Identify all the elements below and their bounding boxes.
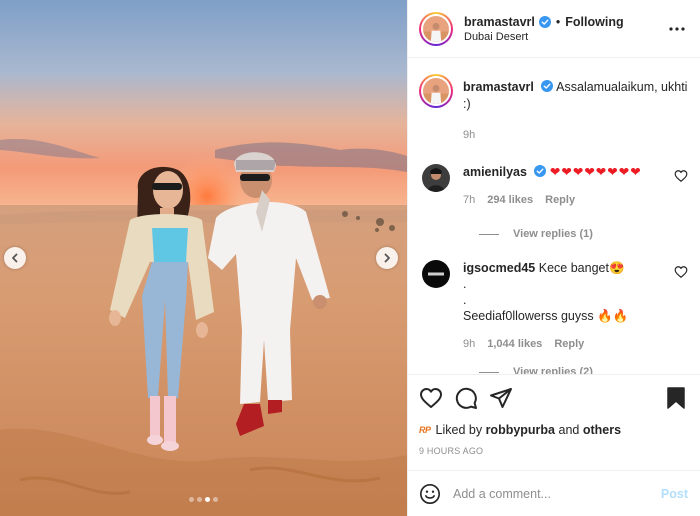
comment-input[interactable]	[453, 486, 661, 501]
add-comment-bar: Post	[408, 470, 700, 516]
carousel-dot	[189, 497, 194, 502]
reply-button[interactable]: Reply	[554, 336, 584, 352]
post-header: bramastavrl • Following Dubai Desert	[408, 0, 700, 58]
carousel-dot	[213, 497, 218, 502]
avatar	[423, 78, 449, 104]
comment-time[interactable]: 9h	[463, 336, 475, 352]
carousel-indicator	[0, 497, 407, 502]
post-comment-button[interactable]: Post	[661, 487, 688, 501]
desert-sunset-photo	[0, 0, 407, 516]
comment-time[interactable]: 7h	[463, 192, 475, 208]
comment-item: amienilyas ❤❤❤❤❤❤❤❤ 7h 294 likes Reply	[419, 164, 688, 208]
more-options-icon	[669, 26, 685, 31]
liked-by-user[interactable]: robbypurba	[486, 423, 555, 437]
chevron-left-icon	[12, 253, 18, 263]
caption-avatar-ring[interactable]	[419, 74, 453, 108]
reply-line	[479, 233, 499, 235]
view-replies-label: View replies (2)	[513, 366, 593, 374]
paper-plane-icon[interactable]	[489, 386, 513, 410]
next-slide-button[interactable]	[376, 247, 398, 269]
comment-like-heart-icon[interactable]	[674, 169, 688, 183]
bookmark-icon[interactable]	[664, 386, 688, 410]
comment-text: ❤❤❤❤❤❤❤❤	[549, 165, 642, 179]
verified-badge-icon	[541, 80, 554, 92]
carousel-dot	[197, 497, 202, 502]
more-options-button[interactable]	[666, 18, 688, 40]
avatar[interactable]	[422, 260, 450, 288]
caption: bramastavrl Assalamualaikum, ukhti :) 9h	[419, 74, 688, 144]
post-photo[interactable]	[0, 0, 407, 516]
chevron-right-icon	[384, 253, 390, 263]
post-side-panel: bramastavrl • Following Dubai Desert bra…	[407, 0, 700, 516]
separator-dot: •	[555, 14, 561, 29]
reply-line	[479, 371, 499, 373]
comments-section[interactable]: bramastavrl Assalamualaikum, ukhti :) 9h	[408, 58, 700, 374]
reply-button[interactable]: Reply	[545, 192, 575, 208]
post-location[interactable]: Dubai Desert	[464, 31, 666, 43]
comment-username[interactable]: amienilyas	[463, 165, 527, 179]
post-actions: RP Liked by robbypurba and others 9 HOUR…	[408, 374, 700, 470]
liked-by-joiner: and	[558, 423, 580, 437]
comment-likes[interactable]: 294 likes	[487, 192, 533, 208]
liked-by-others[interactable]: others	[583, 423, 621, 437]
comment-text-line: Seediaf0llowerss guyss 🔥🔥	[463, 309, 629, 323]
smiley-icon[interactable]	[419, 483, 441, 505]
caption-time[interactable]: 9h	[463, 127, 688, 144]
instagram-post: bramastavrl • Following Dubai Desert bra…	[0, 0, 700, 516]
following-button[interactable]: Following	[565, 15, 623, 29]
author-avatar-ring[interactable]	[419, 11, 453, 46]
author-username[interactable]: bramastavrl	[464, 15, 535, 29]
post-timestamp[interactable]: 9 HOURS AGO	[419, 446, 688, 456]
avatar	[423, 15, 449, 42]
avatar[interactable]	[422, 164, 450, 192]
comment-item: igsocmed45 Kece banget😍 . . Seediaf0llow…	[419, 260, 688, 352]
comment-like-heart-icon[interactable]	[674, 265, 688, 279]
comment-text: Kece banget😍	[538, 261, 625, 275]
view-replies-button[interactable]: View replies (2)	[479, 366, 688, 374]
comment-username[interactable]: igsocmed45	[463, 261, 535, 275]
verified-badge-icon	[538, 15, 551, 28]
comment-text-line: .	[463, 277, 467, 291]
liked-by-prefix: Liked by	[435, 423, 483, 437]
caption-username[interactable]: bramastavrl	[463, 80, 534, 94]
comment-likes[interactable]: 1,044 likes	[487, 336, 542, 352]
liked-by: RP Liked by robbypurba and others	[419, 423, 688, 437]
liked-by-badge: RP	[419, 425, 431, 435]
verified-badge-icon	[534, 165, 547, 177]
view-replies-label: View replies (1)	[513, 228, 593, 240]
heart-icon[interactable]	[419, 386, 443, 410]
view-replies-button[interactable]: View replies (1)	[479, 228, 688, 240]
previous-slide-button[interactable]	[4, 247, 26, 269]
carousel-dot-active	[205, 497, 210, 502]
comment-text-line: .	[463, 293, 467, 307]
comment-icon[interactable]	[454, 386, 478, 410]
